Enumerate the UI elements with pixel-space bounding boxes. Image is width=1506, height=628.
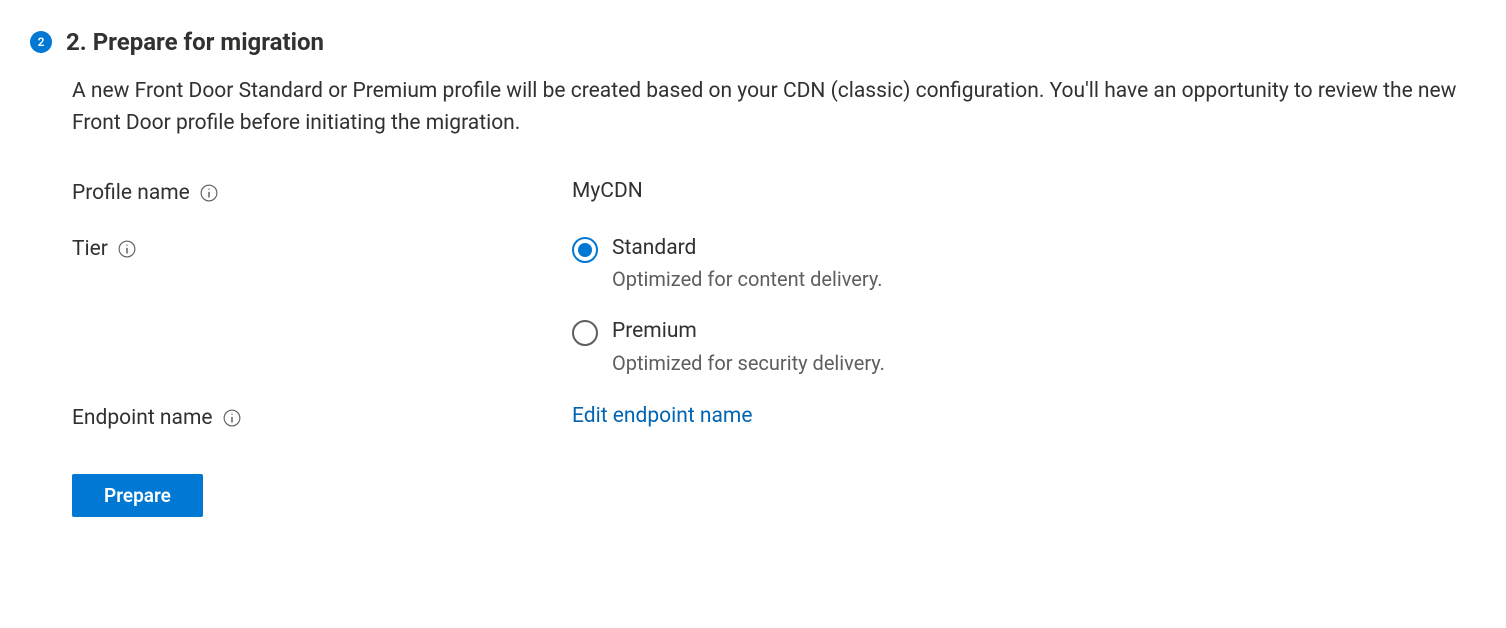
tier-label-text: Tier: [72, 235, 108, 263]
prepare-button[interactable]: Prepare: [72, 474, 203, 517]
info-icon[interactable]: [200, 184, 218, 202]
profile-name-value: MyCDN: [572, 179, 643, 203]
radio-indicator: [572, 320, 598, 346]
step-number-badge: 2: [30, 31, 52, 53]
radio-description: Optimized for security delivery.: [612, 350, 885, 376]
profile-name-label: Profile name: [72, 179, 572, 207]
endpoint-name-label-text: Endpoint name: [72, 404, 213, 432]
radio-label: Premium: [612, 318, 885, 345]
endpoint-name-label: Endpoint name: [72, 404, 572, 432]
migration-step-panel: 2 2. Prepare for migration A new Front D…: [0, 0, 1506, 545]
tier-option-standard[interactable]: Standard Optimized for content delivery.: [572, 235, 885, 292]
step-header: 2 2. Prepare for migration: [30, 28, 1476, 56]
tier-option-premium[interactable]: Premium Optimized for security delivery.: [572, 318, 885, 375]
step-title: 2. Prepare for migration: [66, 28, 324, 56]
radio-description: Optimized for content delivery.: [612, 266, 883, 292]
tier-row: Tier Standard Optimized for content deli…: [72, 235, 1476, 376]
tier-label: Tier: [72, 235, 572, 263]
info-icon[interactable]: [118, 240, 136, 258]
step-description: A new Front Door Standard or Premium pro…: [72, 76, 1472, 139]
tier-radio-group: Standard Optimized for content delivery.…: [572, 235, 885, 376]
radio-text: Standard Optimized for content delivery.: [612, 235, 883, 292]
profile-name-label-text: Profile name: [72, 179, 190, 207]
endpoint-name-row: Endpoint name Edit endpoint name: [72, 404, 1476, 432]
info-icon[interactable]: [223, 409, 241, 427]
profile-name-row: Profile name MyCDN: [72, 179, 1476, 207]
radio-text: Premium Optimized for security delivery.: [612, 318, 885, 375]
edit-endpoint-name-link[interactable]: Edit endpoint name: [572, 404, 752, 428]
radio-label: Standard: [612, 235, 883, 262]
radio-indicator: [572, 237, 598, 263]
